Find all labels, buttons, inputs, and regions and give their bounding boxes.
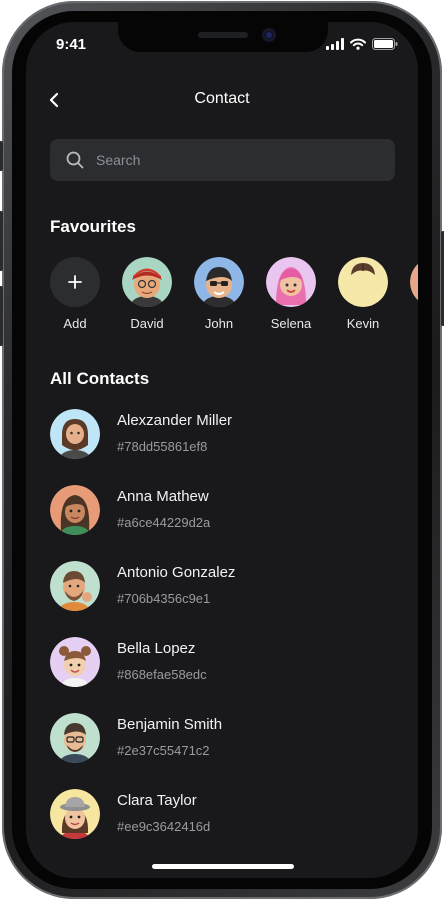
add-circle <box>50 257 100 307</box>
contact-row[interactable]: Clara Taylor #ee9c3642416d <box>50 789 394 843</box>
avatar <box>50 713 100 763</box>
search-bar[interactable] <box>50 139 395 181</box>
camera-icon <box>262 28 276 42</box>
john-memoji-icon <box>194 257 244 307</box>
page-title: Contact <box>194 90 250 107</box>
add-label: Add <box>63 316 87 331</box>
favourite-name: John <box>204 316 234 331</box>
contact-name: Anna Mathew <box>117 488 209 505</box>
avatar <box>338 257 388 307</box>
favourite-name: Kevin <box>346 316 380 331</box>
contact-number: #706b4356c9e1 <box>117 591 211 606</box>
avatar <box>50 637 100 687</box>
contact-name: Alexzander Miller <box>117 412 233 429</box>
w-memoji-icon <box>410 263 418 301</box>
avatar <box>266 257 316 307</box>
avatar <box>194 257 244 307</box>
memoji-icon <box>50 485 100 535</box>
battery-icon <box>372 38 398 50</box>
status-icons <box>326 38 398 50</box>
favourite-david[interactable]: David <box>122 257 172 331</box>
search-input[interactable] <box>96 152 376 168</box>
volume-up-button <box>0 211 3 271</box>
contact-number: #2e37c55471c2 <box>117 743 210 758</box>
contact-row[interactable]: Alexzander Miller #78dd55861ef8 <box>50 409 394 463</box>
favourite-selena[interactable]: Selena <box>266 257 316 331</box>
david-memoji-icon <box>122 257 172 307</box>
selena-memoji-icon <box>266 257 316 307</box>
avatar <box>122 257 172 307</box>
contact-number: #868efae58edc <box>117 667 207 682</box>
favourite-john[interactable]: John <box>194 257 244 331</box>
contact-row[interactable]: Benjamin Smith #2e37c55471c2 <box>50 713 394 767</box>
favourite-kevin[interactable]: Kevin <box>338 257 388 331</box>
speaker <box>198 32 248 38</box>
memoji-icon <box>50 409 100 459</box>
contact-name: Bella Lopez <box>117 640 196 657</box>
all-contacts-title: All Contacts <box>50 369 150 388</box>
search-icon <box>66 151 84 169</box>
favourites-title: Favourites <box>50 217 136 236</box>
favourite-name: David <box>130 316 164 331</box>
avatar <box>50 485 100 535</box>
plus-icon <box>68 275 82 289</box>
status-time: 9:41 <box>56 36 87 53</box>
signal-icon <box>326 38 344 50</box>
add-favourite-button[interactable]: Add <box>50 257 100 331</box>
avatar <box>50 789 100 839</box>
favourites-list: Add David John Selena Kevin <box>50 257 418 337</box>
contact-number: #ee9c3642416d <box>117 819 211 834</box>
screen: 9:41 Contact Favouri <box>26 22 418 878</box>
contact-number: #78dd55861ef8 <box>117 439 208 454</box>
contact-name: Benjamin Smith <box>117 716 223 733</box>
contact-name: Clara Taylor <box>117 792 197 809</box>
favourite-name: Selena <box>270 316 312 331</box>
memoji-icon <box>50 713 100 763</box>
volume-down-button <box>0 286 3 346</box>
favourite-w[interactable]: W <box>410 257 418 331</box>
contact-row[interactable]: Bella Lopez #868efae58edc <box>50 637 394 691</box>
mute-switch <box>0 141 3 171</box>
memoji-icon <box>50 637 100 687</box>
contact-row[interactable]: Antonio Gonzalez #706b4356c9e1 <box>50 561 394 615</box>
home-indicator[interactable] <box>152 864 294 869</box>
avatar <box>50 561 100 611</box>
wifi-icon <box>350 38 366 50</box>
contact-row[interactable]: Anna Mathew #a6ce44229d2a <box>50 485 394 539</box>
contact-number: #a6ce44229d2a <box>117 515 211 530</box>
avatar <box>50 409 100 459</box>
contact-name: Antonio Gonzalez <box>117 564 236 581</box>
kevin-memoji-icon <box>338 257 388 307</box>
avatar <box>410 257 418 307</box>
memoji-icon <box>50 561 100 611</box>
favourite-name: W <box>395 316 418 331</box>
memoji-icon <box>50 789 100 839</box>
